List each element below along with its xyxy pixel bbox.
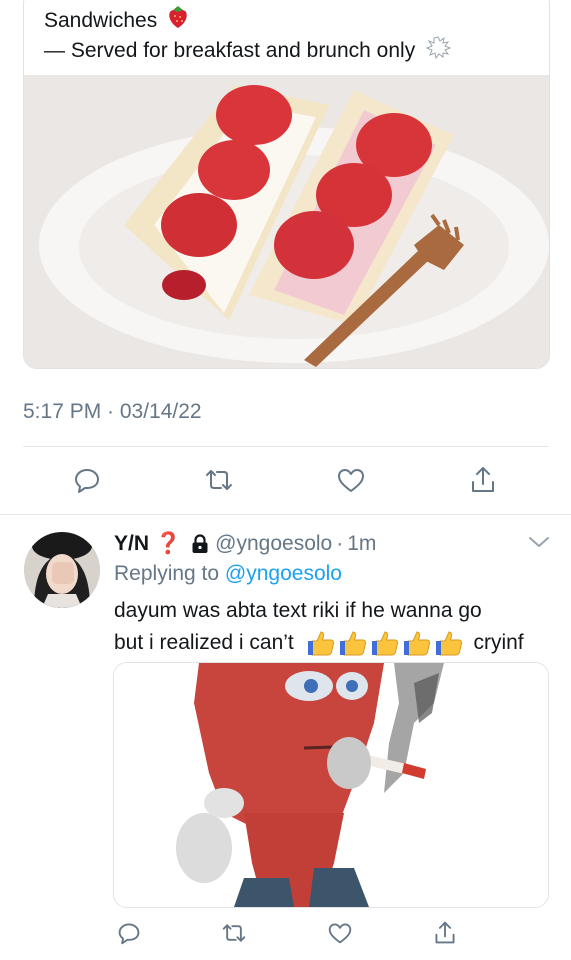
tweet-separator xyxy=(0,514,571,515)
anger-bubble-icon xyxy=(425,35,452,68)
reply-icon[interactable] xyxy=(70,463,104,497)
quoted-tweet-text: Sandwiches — Served for breakfast and br… xyxy=(44,5,452,68)
reply-line-1: dayum was abta text riki if he wanna go xyxy=(114,599,482,622)
quoted-line-2: — Served for breakfast and brunch only xyxy=(44,39,416,63)
lock-icon xyxy=(191,534,209,554)
tweet-timestamp[interactable]: 5:17 PM · 03/14/22 xyxy=(23,400,202,424)
share-icon[interactable] xyxy=(428,916,462,950)
thumbs-up-emojis xyxy=(306,630,464,656)
reply-text: dayum was abta text riki if he wanna go … xyxy=(114,595,524,659)
reply-time[interactable]: 1m xyxy=(347,530,376,558)
thumbs-up-icon xyxy=(307,631,334,656)
reply-icon[interactable] xyxy=(112,916,146,950)
like-icon[interactable] xyxy=(323,916,357,950)
like-icon[interactable] xyxy=(334,463,368,497)
reply-header: Y/N ❓ @yngoesolo · 1m xyxy=(114,530,376,558)
quoted-tweet-card[interactable]: Sandwiches — Served for breakfast and br… xyxy=(23,0,550,369)
thumbs-up-icon xyxy=(403,631,430,656)
thumbs-up-icon xyxy=(339,631,366,656)
red-question-mark: ❓ xyxy=(155,532,182,555)
retweet-icon[interactable] xyxy=(202,463,236,497)
display-name[interactable]: Y/N xyxy=(114,530,149,558)
user-handle[interactable]: @yngoesolo xyxy=(215,530,332,558)
smoking-cartoon-character-image[interactable] xyxy=(113,662,549,908)
divider xyxy=(23,446,548,447)
thumbs-up-icon xyxy=(435,631,462,656)
replying-to-line: Replying to @yngoesolo xyxy=(114,560,342,588)
replying-prefix: Replying to xyxy=(114,562,225,585)
avatar[interactable] xyxy=(24,532,100,608)
reply-action-bar xyxy=(112,916,462,950)
retweet-icon[interactable] xyxy=(217,916,251,950)
reply-line-2-end: cryinf xyxy=(473,631,524,654)
quoted-line-1: Sandwiches xyxy=(44,9,158,33)
strawberry-sandwich-photo[interactable] xyxy=(24,75,549,368)
tweet-action-bar xyxy=(70,463,500,497)
strawberry-emoji-icon xyxy=(167,5,189,38)
chevron-down-icon[interactable] xyxy=(528,535,550,554)
share-icon[interactable] xyxy=(466,463,500,497)
thumbs-up-icon xyxy=(371,631,398,656)
replying-to-mention[interactable]: @yngoesolo xyxy=(225,562,342,585)
time-separator: · xyxy=(336,532,344,555)
reply-line-2-start: but i realized i can’t xyxy=(114,631,294,654)
